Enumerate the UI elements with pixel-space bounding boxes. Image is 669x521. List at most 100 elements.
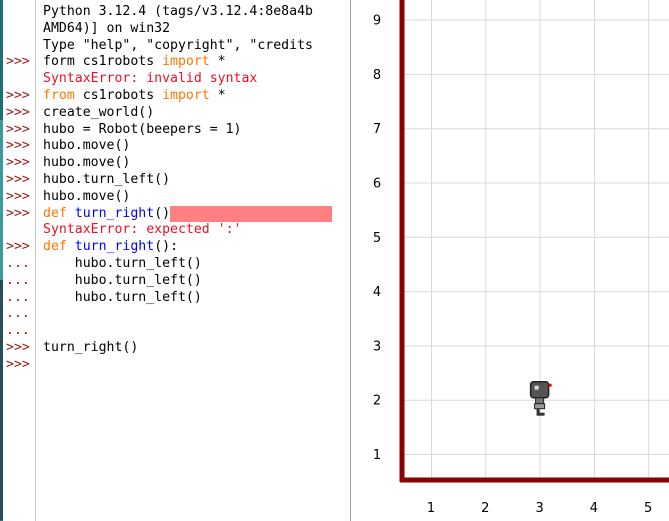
x-axis-label: 4 bbox=[590, 501, 598, 516]
y-axis-label: 6 bbox=[373, 177, 381, 192]
shell-line-text: def turn_right(): bbox=[43, 239, 178, 256]
code-text: hubo.turn_left() bbox=[43, 289, 202, 305]
keyword: import bbox=[162, 87, 210, 103]
shell-line: ... bbox=[3, 306, 350, 323]
shell-prompt: >>> bbox=[6, 171, 30, 187]
shell-line: >>> turn_right() bbox=[3, 340, 350, 357]
shell-line: >>> hubo.turn_left() bbox=[3, 172, 350, 189]
shell-line-text: hubo.turn_left() bbox=[43, 273, 202, 290]
robot-neck bbox=[535, 397, 545, 405]
shell-line: >>> from cs1robots import * bbox=[3, 88, 350, 105]
shell-line-text: Type "help", "copyright", "credits bbox=[43, 38, 313, 55]
world-grid: 1 2 3 4 5 6 7 8 9 1 2 3 4 5 bbox=[373, 0, 669, 516]
shell-line: ... hubo.turn_left() bbox=[3, 290, 350, 307]
x-axis-label: 3 bbox=[535, 501, 543, 516]
shell-line: Python 3.12.4 (tags/v3.12.4:8e8a4b bbox=[3, 4, 350, 21]
y-axis-label: 9 bbox=[373, 14, 381, 29]
robot-icon bbox=[529, 380, 552, 416]
code-text: hubo.turn_left() bbox=[43, 255, 202, 271]
python-shell-window[interactable]: Python 3.12.4 (tags/v3.12.4:8e8a4b AMD64)… bbox=[3, 0, 351, 521]
shell-line: AMD64)] on win32 bbox=[3, 21, 350, 38]
code-text: hubo = Robot(beepers = 1) bbox=[43, 121, 242, 137]
shell-prompt: >>> bbox=[6, 54, 30, 70]
robot-body bbox=[534, 403, 546, 410]
error-message: SyntaxError: invalid syntax bbox=[43, 71, 258, 87]
shell-line: ... hubo.turn_left() bbox=[3, 256, 350, 273]
shell-line: >>> hubo.move() bbox=[3, 138, 350, 155]
shell-line-text: hubo.move() bbox=[43, 155, 130, 172]
shell-prompt: >>> bbox=[6, 121, 30, 137]
shell-line-text: AMD64)] on win32 bbox=[43, 21, 170, 38]
shell-line-text: hubo.move() bbox=[43, 189, 130, 206]
shell-prompt: ... bbox=[6, 323, 30, 339]
code-text: cs1robots bbox=[74, 87, 163, 103]
code-text: hubo.turn_left() bbox=[43, 171, 171, 187]
robot-foot bbox=[536, 412, 545, 416]
shell-line: >>> hubo.move() bbox=[3, 189, 350, 206]
code-text: * bbox=[209, 54, 226, 70]
robot-world: 1 2 3 4 5 6 7 8 9 1 2 3 4 5 bbox=[351, 0, 669, 521]
code-text: turn_right() bbox=[43, 339, 139, 355]
x-axis-label: 1 bbox=[427, 501, 435, 516]
shell-line: >>> bbox=[3, 357, 350, 374]
code-text: hubo.turn_left() bbox=[43, 272, 202, 288]
error-message: SyntaxError: expected ':' bbox=[43, 222, 242, 238]
shell-line: >>> hubo = Robot(beepers = 1) bbox=[3, 122, 350, 139]
shell-line-text: hubo.move() bbox=[43, 138, 130, 155]
x-axis-label: 5 bbox=[644, 501, 652, 516]
y-axis-label: 2 bbox=[373, 394, 381, 409]
shell-line-text: from cs1robots import * bbox=[43, 88, 226, 105]
keyword: from bbox=[43, 87, 75, 103]
shell-prompt: >>> bbox=[6, 356, 30, 372]
shell-prompt: >>> bbox=[6, 339, 30, 355]
shell-output[interactable]: Python 3.12.4 (tags/v3.12.4:8e8a4b AMD64)… bbox=[3, 4, 350, 374]
shell-line: >>> def turn_right(): bbox=[3, 239, 350, 256]
shell-line-text: def turn_right() bbox=[43, 205, 333, 223]
shell-line-text: hubo.turn_left() bbox=[43, 256, 202, 273]
shell-line-text: form cs1robots import * bbox=[43, 54, 226, 71]
shell-prompt: >>> bbox=[6, 205, 30, 221]
code-text: () bbox=[154, 205, 171, 221]
shell-line: SyntaxError: invalid syntax bbox=[3, 71, 350, 88]
code-text: hubo.move() bbox=[43, 138, 131, 154]
shell-line-text: SyntaxError: invalid syntax bbox=[43, 71, 257, 88]
shell-line-text: Python 3.12.4 (tags/v3.12.4:8e8a4b bbox=[43, 4, 313, 21]
shell-prompt: >>> bbox=[6, 188, 30, 204]
code-text: (): bbox=[154, 239, 179, 255]
shell-line: >>> hubo.move() bbox=[3, 155, 350, 172]
y-axis-label: 5 bbox=[373, 231, 381, 246]
shell-line: ... hubo.turn_left() bbox=[3, 273, 350, 290]
shell-prompt: ... bbox=[6, 289, 30, 305]
shell-line-text: hubo = Robot(beepers = 1) bbox=[43, 122, 242, 139]
shell-prompt: >>> bbox=[6, 138, 30, 154]
function-name: turn_right bbox=[74, 239, 155, 255]
keyword: def bbox=[43, 205, 67, 221]
code-text: hubo.move() bbox=[43, 155, 131, 171]
y-axis-label: 7 bbox=[373, 122, 381, 137]
code-text: * bbox=[209, 87, 226, 103]
y-axis-label: 1 bbox=[373, 448, 381, 463]
y-axis-label: 3 bbox=[373, 339, 381, 354]
shell-line-text: SyntaxError: expected ':' bbox=[43, 222, 242, 239]
code-text: hubo.move() bbox=[43, 188, 131, 204]
shell-prompt: ... bbox=[6, 272, 30, 288]
code-text: create_world() bbox=[43, 104, 155, 120]
shell-line-text: hubo.turn_left() bbox=[43, 172, 170, 189]
code-text: AMD64)] on win32 bbox=[43, 20, 171, 36]
function-name: turn_right bbox=[74, 205, 155, 221]
y-axis-label: 4 bbox=[373, 285, 381, 300]
shell-line-text: hubo.turn_left() bbox=[43, 290, 202, 307]
y-axis-label: 8 bbox=[373, 68, 381, 83]
shell-line-text: create_world() bbox=[43, 105, 154, 122]
shell-line-text: turn_right() bbox=[43, 340, 138, 357]
shell-line: ... bbox=[3, 323, 350, 340]
shell-prompt: ... bbox=[6, 306, 30, 322]
x-axis-label: 2 bbox=[481, 501, 489, 516]
shell-prompt: ... bbox=[6, 255, 30, 271]
keyword: def bbox=[43, 239, 67, 255]
shell-line: >>> form cs1robots import * bbox=[3, 54, 350, 71]
keyword: import bbox=[162, 54, 210, 70]
shell-line: Type "help", "copyright", "credits bbox=[3, 38, 350, 55]
shell-prompt: >>> bbox=[6, 87, 30, 103]
